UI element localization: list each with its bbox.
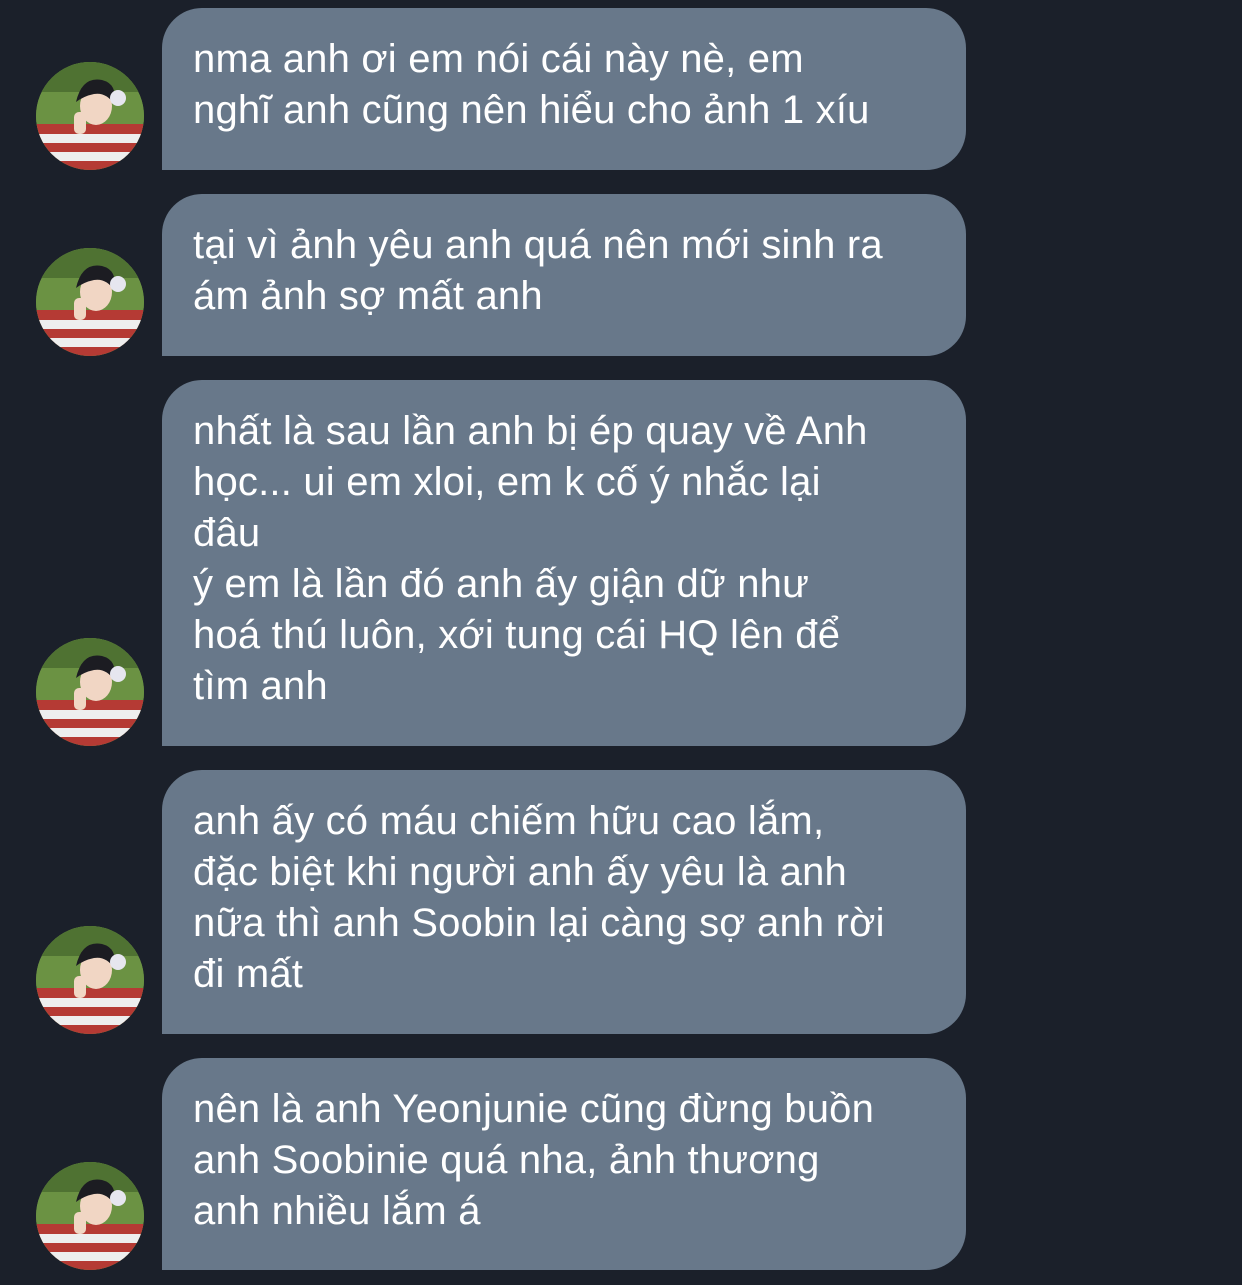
sender-avatar[interactable] bbox=[36, 248, 144, 356]
avatar-photo-icon bbox=[36, 638, 144, 746]
sender-avatar[interactable] bbox=[36, 638, 144, 746]
avatar-photo-icon bbox=[36, 62, 144, 170]
sender-avatar[interactable] bbox=[36, 1162, 144, 1270]
sender-avatar[interactable] bbox=[36, 926, 144, 1034]
avatar-photo-icon bbox=[36, 926, 144, 1034]
message-bubble[interactable]: anh ấy có máu chiếm hữu cao lắm, đặc biệ… bbox=[162, 770, 966, 1034]
avatar-photo-icon bbox=[36, 248, 144, 356]
avatar-photo-icon bbox=[36, 1162, 144, 1270]
sender-avatar[interactable] bbox=[36, 62, 144, 170]
message-bubble[interactable]: nhất là sau lần anh bị ép quay về Anh họ… bbox=[162, 380, 966, 746]
message-bubble[interactable]: nma anh ơi em nói cái này nè, em nghĩ an… bbox=[162, 8, 966, 170]
message-bubble[interactable]: nên là anh Yeonjunie cũng đừng buồn anh … bbox=[162, 1058, 966, 1270]
message-bubble[interactable]: tại vì ảnh yêu anh quá nên mới sinh ra á… bbox=[162, 194, 966, 356]
